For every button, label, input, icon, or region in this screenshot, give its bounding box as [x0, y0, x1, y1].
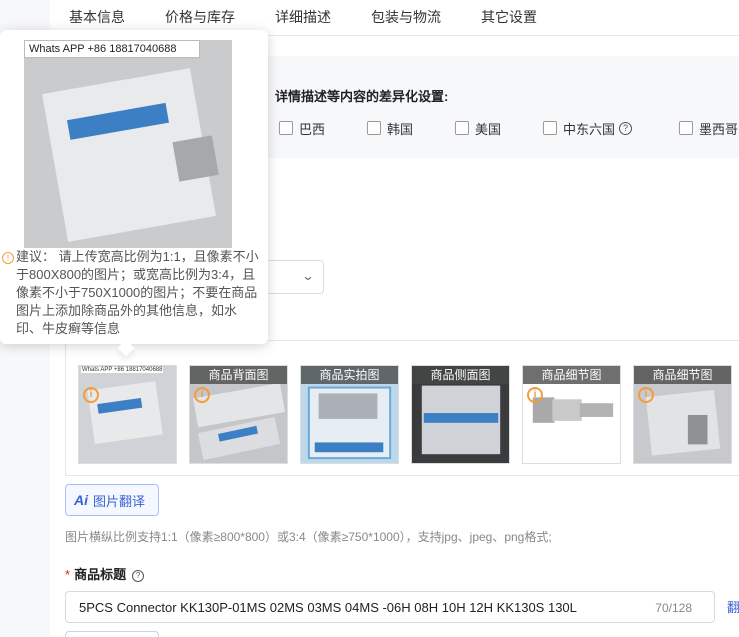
- watermark-text: Whats APP +86 18817040688: [24, 40, 200, 58]
- product-image-side[interactable]: 商品侧面图: [411, 365, 510, 464]
- checkbox-box[interactable]: [679, 121, 693, 135]
- product-image-detail-1[interactable]: 商品细节图 i: [522, 365, 621, 464]
- preview-image: Whats APP +86 18817040688: [24, 40, 232, 248]
- checkbox-box[interactable]: [279, 121, 293, 135]
- product-image-main[interactable]: Whats APP +86 18817040688 i: [78, 365, 177, 464]
- image-type-label: 商品侧面图: [412, 366, 509, 384]
- product-photo: [79, 366, 176, 463]
- translate-link[interactable]: 翻: [727, 597, 739, 616]
- region-checkbox-korea[interactable]: 韩国: [367, 119, 413, 137]
- image-advice-text: 建议： 请上传宽高比例为1:1，且像素不小于800X800的图片；或宽高比例为3…: [16, 249, 259, 336]
- image-translate-label: 图片翻译: [93, 493, 146, 509]
- question-circle-icon[interactable]: ?: [132, 570, 145, 582]
- product-title-label-text: 商品标题: [74, 567, 127, 582]
- image-type-label: 商品细节图: [634, 366, 731, 384]
- product-image-real[interactable]: 商品实拍图: [300, 365, 399, 464]
- product-image-strip: Whats APP +86 18817040688 i 商品背面图 i 商品实拍…: [65, 340, 739, 476]
- tab-other-settings[interactable]: 其它设置: [481, 7, 537, 27]
- checkbox-box[interactable]: [543, 121, 557, 135]
- exclamation-circle-icon: !: [2, 252, 14, 264]
- region-checkbox-mexico[interactable]: 墨西哥: [679, 119, 738, 137]
- warning-icon: i: [83, 387, 99, 403]
- image-type-label: 商品细节图: [523, 366, 620, 384]
- tab-price-stock[interactable]: 价格与库存: [165, 7, 235, 27]
- tab-packaging-logistics[interactable]: 包装与物流: [371, 7, 441, 27]
- product-photo: [24, 40, 232, 248]
- product-title-value[interactable]: 5PCS Connector KK130P-01MS 02MS 03MS 04M…: [79, 600, 577, 615]
- image-type-label: 商品实拍图: [301, 366, 398, 384]
- watermark-text: Whats APP +86 18817040688: [81, 367, 164, 373]
- region-label: 巴西: [299, 121, 326, 137]
- region-label: 墨西哥: [699, 121, 739, 137]
- cut-off-button[interactable]: [65, 631, 159, 637]
- image-format-hint: 图片横纵比例支持1:1（像素≥800*800）或3:4（像素≥750*1000）…: [65, 530, 552, 544]
- warning-icon: i: [194, 387, 210, 403]
- chevron-down-icon: ⌄: [301, 269, 315, 283]
- required-mark: *: [65, 567, 71, 582]
- ai-icon: Ai: [74, 492, 88, 508]
- image-preview-tooltip: Whats APP +86 18817040688 ! 建议： 请上传宽高比例为…: [0, 30, 268, 357]
- region-checkbox-usa[interactable]: 美国: [455, 119, 501, 137]
- product-image-back[interactable]: 商品背面图 i: [189, 365, 288, 464]
- product-title-input[interactable]: 5PCS Connector KK130P-01MS 02MS 03MS 04M…: [65, 591, 715, 623]
- region-checkbox-brazil[interactable]: 巴西: [279, 119, 325, 137]
- tab-detail-description[interactable]: 详细描述: [275, 7, 331, 27]
- question-circle-icon[interactable]: ?: [619, 121, 633, 135]
- region-settings-title: 详情描述等内容的差异化设置:: [275, 89, 449, 104]
- product-image-detail-2[interactable]: 商品细节图 i: [633, 365, 732, 464]
- region-label: 美国: [475, 121, 502, 137]
- image-translate-button[interactable]: Ai 图片翻译: [65, 484, 159, 516]
- region-label: 中东六国: [563, 121, 616, 137]
- product-title-label: * 商品标题?: [65, 564, 145, 583]
- warning-icon: i: [638, 387, 654, 403]
- region-label: 韩国: [387, 121, 414, 137]
- image-type-label: 商品背面图: [190, 366, 287, 384]
- checkbox-box[interactable]: [455, 121, 469, 135]
- region-checkbox-middle-east[interactable]: 中东六国 ?: [543, 119, 633, 137]
- checkbox-box[interactable]: [367, 121, 381, 135]
- tab-basic-info[interactable]: 基本信息: [69, 7, 125, 27]
- warning-icon: i: [527, 387, 543, 403]
- character-count: 70/128: [655, 601, 692, 615]
